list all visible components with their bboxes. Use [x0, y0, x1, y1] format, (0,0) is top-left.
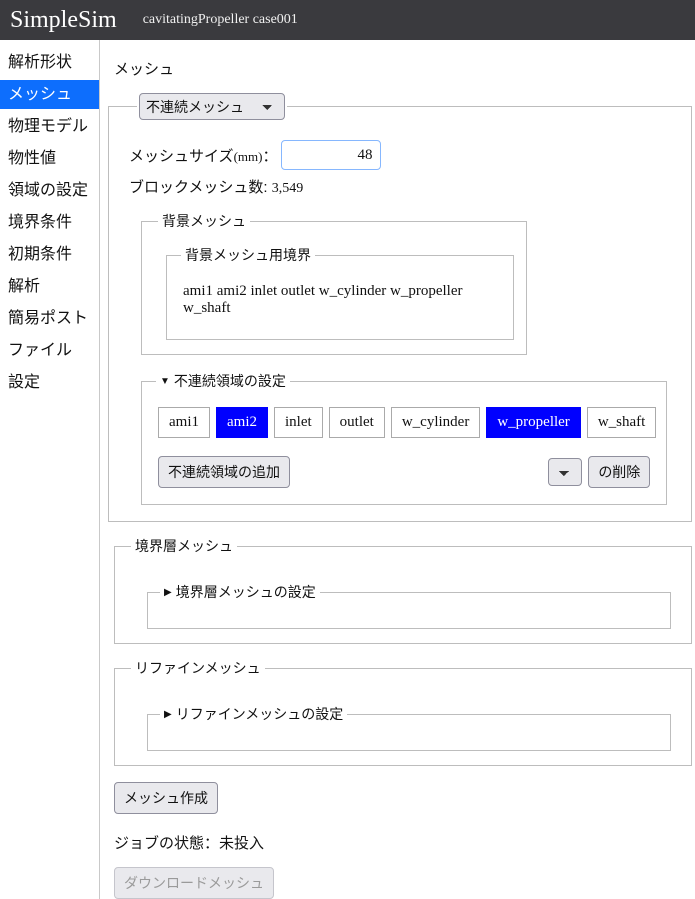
sidebar-item-label: 物性値: [8, 150, 57, 167]
sidebar-item-3[interactable]: 物性値: [0, 144, 99, 173]
boundary-chip-4[interactable]: w_cylinder: [390, 407, 481, 438]
bottom-area: メッシュ作成 ジョブの状態：未投入 ダウンロードメッシュ: [114, 782, 695, 899]
app-header: SimpleSim cavitatingPropeller case001: [0, 0, 695, 40]
delete-discontinuous-region-button[interactable]: の削除: [588, 456, 651, 488]
boundary-chip-5[interactable]: w_propeller: [486, 407, 581, 438]
boundary-chip-3[interactable]: outlet: [328, 407, 385, 438]
sidebar-item-9[interactable]: ファイル: [0, 336, 99, 365]
refine-mesh-settings-legend[interactable]: ▶ リファインメッシュの設定: [160, 704, 347, 724]
discontinuous-region-legend-text: 不連続領域の設定: [173, 373, 286, 389]
discontinuous-chip-row: ami1 ami2 inlet outlet w_cylinder w_propeller…: [158, 407, 657, 438]
sidebar-item-8[interactable]: 簡易ポスト: [0, 304, 99, 333]
sidebar-item-2[interactable]: 物理モデル: [0, 112, 99, 141]
sidebar: 解析形状メッシュ物理モデル物性値領域の設定境界条件初期条件解析簡易ポストファイル…: [0, 40, 100, 899]
refine-mesh-legend: リファインメッシュ: [135, 660, 261, 676]
mesh-size-unit: (mm): [233, 148, 263, 164]
sidebar-item-label: 境界条件: [8, 214, 73, 231]
boundary-chip-2[interactable]: inlet: [274, 407, 323, 438]
mesh-size-row: メッシュサイズ(mm)：: [129, 140, 677, 170]
refine-mesh-settings-section: ▶ リファインメッシュの設定: [147, 704, 672, 751]
mesh-size-separator: ：: [262, 147, 278, 165]
sidebar-item-label: 簡易ポスト: [8, 310, 89, 327]
boundary-chip-1[interactable]: ami2: [216, 407, 268, 438]
refine-mesh-settings-body: [156, 728, 662, 742]
mesh-type-section: 不連続メッシュ メッシュサイズ(mm)： ブロックメッシュ数: 3,549 背景…: [108, 93, 693, 522]
project-title: cavitatingPropeller case001: [142, 12, 298, 27]
mesh-size-label: メッシュサイズ(mm)：: [129, 145, 277, 166]
boundary-layer-settings-legend-text: 境界層メッシュの設定: [175, 584, 316, 600]
boundary-layer-mesh-section: 境界層メッシュ ▶ 境界層メッシュの設定: [114, 536, 693, 644]
block-mesh-count: ブロックメッシュ数: 3,549: [129, 176, 677, 197]
sidebar-item-10[interactable]: 設定: [0, 368, 99, 397]
sidebar-item-label: 解析形状: [8, 54, 73, 71]
job-status: ジョブの状態：未投入: [114, 835, 265, 852]
triangle-down-icon: ▼: [160, 376, 170, 387]
background-mesh-boundary-list: ami1 ami2 inlet outlet w_cylinder w_prop…: [183, 283, 463, 316]
sidebar-item-7[interactable]: 解析: [0, 272, 99, 301]
sidebar-item-label: 物理モデル: [8, 118, 89, 135]
boundary-layer-settings-body: [156, 606, 662, 620]
sidebar-item-4[interactable]: 領域の設定: [0, 176, 99, 205]
add-discontinuous-region-button[interactable]: 不連続領域の追加: [158, 456, 290, 488]
mesh-size-input[interactable]: [281, 140, 382, 170]
discontinuous-region-section: ▼ 不連続領域の設定 ami1 ami2 inlet outlet w_cylinder w…: [141, 371, 668, 505]
sidebar-item-label: 設定: [8, 374, 41, 391]
triangle-right-icon: ▶: [164, 709, 172, 720]
background-mesh-legend: 背景メッシュ: [162, 213, 246, 229]
sidebar-item-label: ファイル: [8, 342, 73, 359]
boundary-layer-settings-legend[interactable]: ▶ 境界層メッシュの設定: [160, 582, 320, 602]
sidebar-item-label: メッシュ: [8, 86, 73, 103]
sidebar-item-0[interactable]: 解析形状: [0, 48, 99, 77]
delete-target-select[interactable]: [548, 458, 583, 486]
boundary-layer-mesh-legend: 境界層メッシュ: [135, 538, 233, 554]
sidebar-item-1[interactable]: メッシュ: [0, 80, 99, 109]
sidebar-item-5[interactable]: 境界条件: [0, 208, 99, 237]
background-mesh-section: 背景メッシュ 背景メッシュ用境界 ami1 ami2 inlet outlet …: [141, 211, 528, 355]
sidebar-item-label: 解析: [8, 278, 41, 295]
mesh-type-select[interactable]: 不連続メッシュ: [139, 93, 285, 120]
discontinuous-actions: 不連続領域の追加 の削除: [158, 456, 651, 488]
block-mesh-count-value: 3,549: [271, 181, 304, 196]
triangle-right-icon: ▶: [164, 587, 172, 598]
sidebar-item-label: 領域の設定: [8, 182, 89, 199]
block-mesh-count-label: ブロックメッシュ数:: [129, 179, 268, 196]
boundary-layer-settings-section: ▶ 境界層メッシュの設定: [147, 582, 672, 629]
page-title: メッシュ: [114, 61, 175, 78]
main-content: メッシュ 不連続メッシュ メッシュサイズ(mm)： ブロックメッシュ数: 3,5…: [100, 40, 695, 899]
body-wrapper: 解析形状 メッシュ 物理モデル 物性値 領域の設定 境界条件 初期条件 解析 簡易ポスト ファイル…: [0, 40, 695, 899]
sidebar-item-6[interactable]: 初期条件: [0, 240, 99, 269]
download-mesh-button: ダウンロードメッシュ: [114, 867, 274, 899]
mesh-type-legend: 不連続メッシュ: [137, 93, 287, 120]
create-mesh-button[interactable]: メッシュ作成: [114, 782, 218, 814]
boundary-chip-0[interactable]: ami1: [158, 407, 210, 438]
refine-mesh-section: リファインメッシュ ▶ リファインメッシュの設定: [114, 658, 693, 766]
sidebar-item-label: 初期条件: [8, 246, 73, 263]
discontinuous-region-legend[interactable]: ▼ 不連続領域の設定: [156, 371, 290, 391]
background-mesh-boundary-section: 背景メッシュ用境界 ami1 ami2 inlet outlet w_cylin…: [166, 245, 515, 340]
app-brand: SimpleSim: [10, 7, 117, 33]
background-mesh-boundary-legend: 背景メッシュ用境界: [185, 247, 311, 263]
refine-mesh-settings-legend-text: リファインメッシュの設定: [175, 706, 344, 722]
boundary-chip-6[interactable]: w_shaft: [586, 407, 657, 438]
mesh-size-label-text: メッシュサイズ: [129, 147, 234, 165]
